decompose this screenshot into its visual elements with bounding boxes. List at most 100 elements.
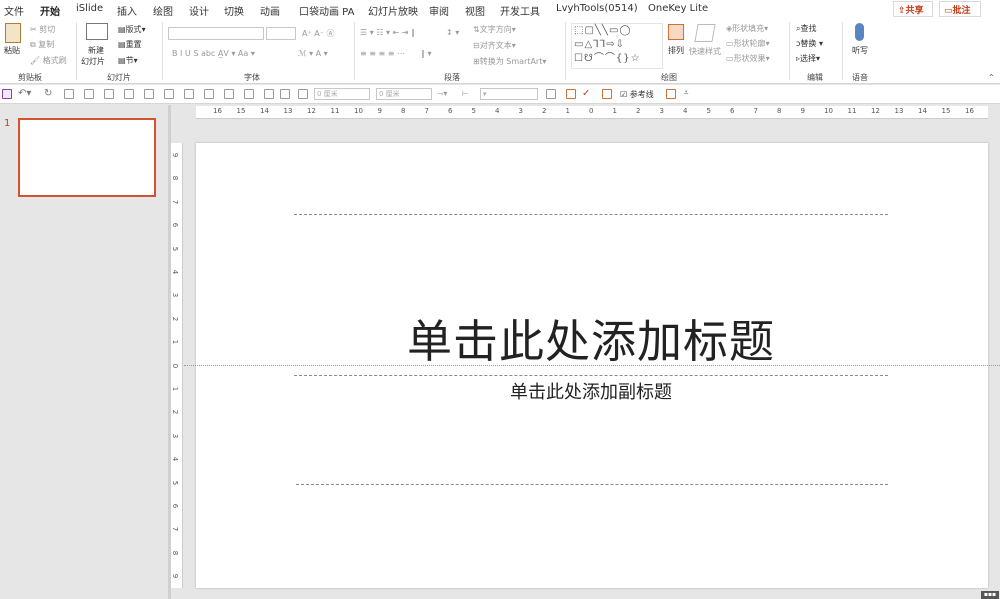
font-dropdown[interactable]: ▾ <box>480 88 538 100</box>
horizontal-guide[interactable] <box>184 365 1000 366</box>
distribute-icon-2[interactable] <box>204 89 214 99</box>
undo-icon[interactable]: ↶▾ <box>18 88 31 99</box>
fill-icon[interactable] <box>546 89 556 99</box>
format-painter-icon[interactable]: ✓ <box>582 88 590 99</box>
quick-styles-icon[interactable] <box>694 24 716 42</box>
new-slide-button[interactable]: 新建 <box>88 45 104 56</box>
align-icon-6[interactable] <box>164 89 174 99</box>
format-painter-button[interactable]: 🖌 格式刷 <box>30 55 67 66</box>
outline-icon[interactable] <box>566 89 576 99</box>
ruler-tick-label: 4 <box>171 456 180 462</box>
select-button[interactable]: ▹选择▾ <box>796 53 820 64</box>
ruler-tick-label: 2 <box>171 316 180 322</box>
shape-outline-button[interactable]: ▭形状轮廓▾ <box>726 38 770 49</box>
ruler-tick-label: 12 <box>307 107 316 115</box>
replace-button[interactable]: ↄ替换 ▾ <box>796 38 823 49</box>
section-button[interactable]: ▤节▾ <box>118 55 138 66</box>
font-size-box[interactable] <box>266 27 296 40</box>
shape-height-input[interactable]: 0 厘米 <box>314 88 370 100</box>
slide-thumbnail[interactable] <box>18 118 156 197</box>
comments-button[interactable]: ▭批注 <box>939 1 981 17</box>
collapse-ribbon-icon[interactable]: ⌃ <box>988 73 995 82</box>
tab-lvyhtools[interactable]: LvyhTools(0514) <box>556 3 638 14</box>
tab-pocket-animation[interactable]: 口袋动画 PA <box>299 3 354 18</box>
arrange-button[interactable]: 排列 <box>668 45 684 56</box>
arrange-icon[interactable] <box>668 24 684 40</box>
ribbon-home: 粘贴 ✂ 剪切 ⧉ 复制 🖌 格式刷 剪贴板 新建 幻灯片 ▤版式▾ ▤重置 ▤… <box>0 18 1000 84</box>
quick-styles-button[interactable]: 快速样式 <box>689 46 721 57</box>
align-icon-3[interactable] <box>104 89 114 99</box>
convert-smartart-button[interactable]: ⊞转换为 SmartArt▾ <box>473 56 546 67</box>
paste-button[interactable]: 粘贴 <box>4 45 20 56</box>
tab-animations[interactable]: 动画 <box>260 3 280 18</box>
align-icon-1[interactable] <box>64 89 74 99</box>
tab-file[interactable]: 文件 <box>4 3 24 18</box>
shape-effects-button[interactable]: ▭形状效果▾ <box>726 53 770 64</box>
picture-icon[interactable] <box>602 89 612 99</box>
ruler-tick-label: 4 <box>495 107 500 115</box>
ruler-tick-label: 7 <box>171 527 180 532</box>
tab-insert[interactable]: 插入 <box>117 3 137 18</box>
tab-view[interactable]: 视图 <box>465 3 485 18</box>
guides-checkbox[interactable]: ☑ 参考线 <box>620 89 654 100</box>
save-icon[interactable] <box>2 89 12 99</box>
ruler-tick-label: 7 <box>171 199 180 205</box>
ruler-tick-label: 10 <box>824 107 833 115</box>
shape-width-input[interactable]: 0 厘米 <box>376 88 432 100</box>
tab-developer[interactable]: 开发工具 <box>500 3 540 18</box>
microphone-icon[interactable] <box>855 23 864 41</box>
ruler-tick-label: 5 <box>171 480 180 485</box>
text-direction-button[interactable]: ⇅文字方向▾ <box>473 24 516 35</box>
new-slide-icon[interactable] <box>86 23 108 40</box>
zoom-indicator: ▪▪▪ <box>981 591 999 599</box>
send-backward-icon[interactable] <box>280 89 290 99</box>
redo-icon[interactable]: ↻ <box>44 88 52 99</box>
customize-toolbar-icon[interactable]: ⩡ <box>684 88 689 98</box>
ruler-tick-label: 6 <box>171 503 180 509</box>
copy-button[interactable]: ⧉ 复制 <box>30 39 54 50</box>
clipboard-group-label: 剪贴板 <box>18 73 42 82</box>
tab-islide[interactable]: iSlide <box>76 3 103 14</box>
ruler-tick-label: 7 <box>753 107 758 115</box>
crop-icon[interactable] <box>298 89 308 99</box>
align-icon-4[interactable] <box>124 89 134 99</box>
ruler-tick-label: 3 <box>171 293 180 298</box>
tab-slideshow[interactable]: 幻灯片放映 <box>368 3 418 18</box>
distribute-icon-1[interactable] <box>184 89 194 99</box>
cut-button[interactable]: ✂ 剪切 <box>30 24 55 35</box>
paste-icon[interactable] <box>5 23 21 43</box>
reset-button[interactable]: ▤重置 <box>118 39 142 50</box>
ruler-tick-label: 4 <box>683 107 688 115</box>
align-icon-5[interactable] <box>144 89 154 99</box>
ruler-tick-label: 13 <box>283 107 293 115</box>
dictate-button[interactable]: 听写 <box>852 45 868 56</box>
shapes-gallery[interactable]: ⬚▢╲╲▭◯ ▭△⅂⅂⇨⇩ ☐☋⌒⌒{}☆ <box>571 23 663 69</box>
layout-button[interactable]: ▤版式▾ <box>118 24 146 35</box>
title-placeholder[interactable]: 单击此处添加标题 <box>294 305 888 370</box>
bring-forward-icon[interactable] <box>264 89 274 99</box>
ungroup-icon[interactable] <box>244 89 254 99</box>
tab-home[interactable]: 开始 <box>40 3 60 21</box>
font-name-box[interactable] <box>168 27 264 40</box>
ruler-tick-label: 13 <box>894 107 904 115</box>
tab-transitions[interactable]: 切换 <box>224 3 244 18</box>
tab-review[interactable]: 审阅 <box>429 3 449 18</box>
ruler-tick-label: 10 <box>354 107 363 115</box>
align-icon-2[interactable] <box>84 89 94 99</box>
tab-draw[interactable]: 绘图 <box>153 3 173 18</box>
line-weight-icon[interactable]: ⤙▾ <box>437 89 447 99</box>
ruler-tick-label: 9 <box>377 107 382 115</box>
share-button[interactable]: ⇪共享 <box>893 1 933 17</box>
tab-onekey[interactable]: OneKey Lite <box>648 3 708 14</box>
quick-access-toolbar: ↶▾ ↻ 0 厘米 0 厘米 ⤙▾ ⊢ ▾ ✓ ☑ 参考线 ⩡ <box>0 85 1000 104</box>
selection-pane-icon[interactable] <box>666 89 676 99</box>
tab-design[interactable]: 设计 <box>189 3 209 18</box>
ruler-tick-label: 8 <box>171 550 180 556</box>
subtitle-placeholder[interactable]: 单击此处添加副标题 <box>294 378 888 404</box>
find-button[interactable]: ⌕查找 <box>796 23 816 34</box>
ruler-tick-label: 3 <box>518 107 523 115</box>
group-icon[interactable] <box>224 89 234 99</box>
shape-fill-button[interactable]: ◈形状填充▾ <box>726 23 768 34</box>
line-dash-icon[interactable]: ⊢ <box>462 89 469 98</box>
align-text-button[interactable]: ⊟对齐文本▾ <box>473 40 516 51</box>
